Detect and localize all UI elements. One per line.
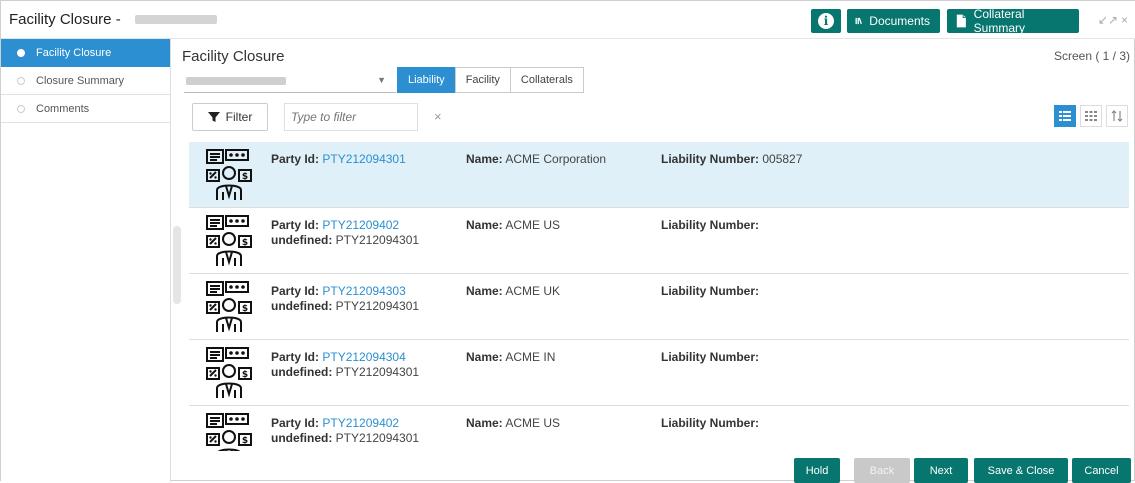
sidebar-item-label: Closure Summary [36,74,125,87]
documents-label: Documents [869,14,930,28]
svg-text:$: $ [242,436,248,446]
filter-icon [207,112,220,122]
party-id-field: Party Id: PTY212094304 [271,350,406,364]
tab-facility[interactable]: Facility [454,67,511,93]
title-bar: Facility Closure - i Documents Collatera… [1,1,1135,39]
party-id-field: Party Id: PTY21209402 [271,218,400,232]
view-mode-toggle [1054,105,1128,127]
sidebar-item-label: Facility Closure [36,46,112,59]
liability-number-field: Liability Number: [661,218,760,232]
minimize-icon[interactable]: ↙↗ [1098,13,1118,27]
party-avatar-icon: $ [206,413,252,451]
next-button[interactable]: Next [914,458,968,483]
undefined-field: undefined: PTY212094301 [271,431,420,445]
sort-icon [1111,110,1123,122]
page-title: Facility Closure [182,48,285,65]
tab-liability[interactable]: Liability [397,67,456,93]
party-id-link[interactable]: PTY21209402 [322,218,399,232]
step-dot-icon [17,77,25,85]
undefined-field: undefined: PTY212094301 [271,299,420,313]
party-id-link[interactable]: PTY21209402 [322,416,399,430]
name-field: Name: ACME UK [466,284,561,298]
party-avatar-icon: $ [206,215,252,266]
filter-input[interactable] [284,103,418,131]
documents-icon [855,17,862,25]
liability-select[interactable]: ▼ [184,68,396,93]
filter-button[interactable]: Filter [192,103,268,131]
name-field: Name: ACME US [466,416,561,430]
svg-text:$: $ [242,304,248,314]
svg-text:$: $ [242,238,248,248]
undefined-field: undefined: PTY212094301 [271,365,420,379]
view-tabs: Liability Facility Collaterals [397,67,584,93]
svg-text:$: $ [242,370,248,380]
cancel-button[interactable]: Cancel [1072,458,1131,483]
party-id-field: Party Id: PTY212094303 [271,284,406,298]
document-icon [956,14,966,28]
close-icon[interactable]: × [1121,13,1128,27]
step-dot-icon [17,105,25,113]
step-sidebar: Facility Closure Closure Summary Comment… [1,39,171,482]
window-title: Facility Closure - [9,11,121,28]
save-close-button[interactable]: Save & Close [974,458,1068,483]
sidebar-item-comments[interactable]: Comments [1,95,170,123]
liability-number-field: Liability Number: 005827 [661,152,803,166]
name-field: Name: ACME US [466,218,561,232]
name-field: Name: ACME Corporation [466,152,607,166]
hold-button[interactable]: Hold [794,458,840,483]
party-avatar-icon: $ [206,149,252,200]
list-item[interactable]: $ Party Id: PTY212094304 undefined: PTY2… [189,340,1129,406]
select-value-redacted [186,77,286,85]
grid-view-button[interactable] [1080,105,1102,127]
step-dot-icon [17,49,25,57]
screen-indicator: Screen ( 1 / 3) [1053,49,1130,63]
grid-view-icon [1085,111,1097,121]
back-button[interactable]: Back [854,458,910,483]
sidebar-item-label: Comments [36,102,90,115]
app-window: Facility Closure - i Documents Collatera… [0,0,1135,483]
list-item[interactable]: $ Party Id: PTY212094301 Name: ACME Corp… [189,142,1129,208]
party-id-field: Party Id: PTY212094301 [271,152,406,166]
name-field: Name: ACME IN [466,350,556,364]
sort-button[interactable] [1106,105,1128,127]
party-avatar-icon: $ [206,281,252,332]
party-id-field: Party Id: PTY21209402 [271,416,400,430]
liability-number-field: Liability Number: [661,416,760,430]
list-view-icon [1059,111,1071,121]
sidebar-item-facility-closure[interactable]: Facility Closure [1,39,170,67]
liability-number-field: Liability Number: [661,284,760,298]
tab-collaterals[interactable]: Collaterals [509,67,584,93]
collateral-summary-button[interactable]: Collateral Summary [947,7,1079,35]
sidebar-item-closure-summary[interactable]: Closure Summary [1,67,170,95]
list-item[interactable]: $ Party Id: PTY212094303 undefined: PTY2… [189,274,1129,340]
collateral-summary-label: Collateral Summary [973,7,1026,35]
party-id-link[interactable]: PTY212094303 [322,284,405,298]
undefined-field: undefined: PTY212094301 [271,233,420,247]
window-title-redacted [135,15,217,24]
main-panel: Facility Closure Screen ( 1 / 3) ▼ Liabi… [172,39,1135,482]
svg-text:$: $ [242,172,248,182]
liability-number-field: Liability Number: [661,350,760,364]
documents-button[interactable]: Documents [847,9,940,33]
filter-label: Filter [225,110,253,124]
party-avatar-icon: $ [206,347,252,398]
party-id-link[interactable]: PTY212094304 [322,350,405,364]
list-item[interactable]: $ Party Id: PTY21209402 undefined: PTY21… [189,208,1129,274]
chevron-down-icon: ▼ [377,75,386,85]
clear-filter-icon[interactable]: × [434,109,442,124]
list-view-button[interactable] [1054,105,1076,127]
info-icon: i [818,13,834,29]
info-button[interactable]: i [811,9,841,33]
party-id-link[interactable]: PTY212094301 [322,152,405,166]
liability-list: $ Party Id: PTY212094301 Name: ACME Corp… [189,142,1129,451]
list-item[interactable]: $ Party Id: PTY21209402 undefined: PTY21… [189,406,1129,451]
